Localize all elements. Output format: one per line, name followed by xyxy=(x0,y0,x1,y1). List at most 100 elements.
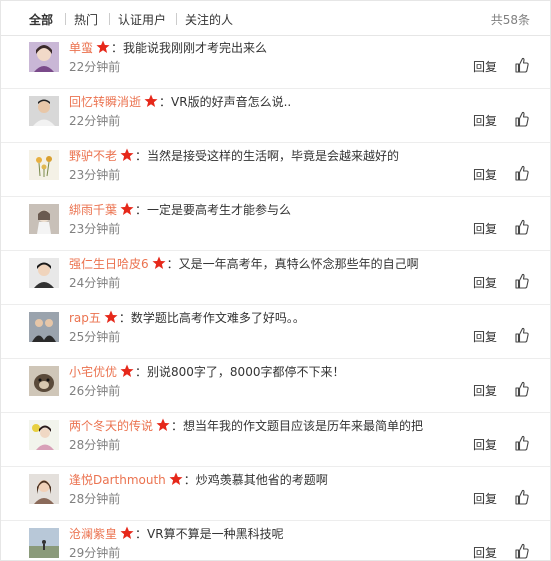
username-link[interactable]: 逢悦Darthmouth xyxy=(69,473,166,487)
comment-item: 两个冬天的传说 ：想当年我的作文题目应该是历年来最简单的把 28分钟前 回复 xyxy=(1,413,550,467)
avatar[interactable] xyxy=(29,150,59,180)
reply-button[interactable]: 回复 xyxy=(473,490,497,508)
member-star-icon[interactable] xyxy=(169,472,183,486)
comment-time: 23分钟前 xyxy=(69,168,121,182)
username-link[interactable]: 两个冬天的传说 xyxy=(69,419,153,433)
avatar[interactable] xyxy=(29,420,59,450)
comment-line: 小宅优优 ：别说800字了，8000字都停不下来！ xyxy=(69,363,530,381)
comment-text: ：数学题比高考作文难多了好吗。。 xyxy=(118,311,305,325)
username-link[interactable]: 沧澜紫皇 xyxy=(69,527,117,541)
comment-text: ：VR版的好声音怎么说.. xyxy=(159,95,292,109)
member-star-icon[interactable] xyxy=(152,256,166,270)
comment-text: ：又是一年高考年，真特么怀念那些年的自己啊 xyxy=(166,257,419,271)
tab-divider xyxy=(109,13,110,25)
comment-item: 单蛮 ：我能说我刚刚才考完出来么 22分钟前 回复 xyxy=(1,35,550,89)
thumbs-up-icon[interactable] xyxy=(515,165,529,181)
username-link[interactable]: 小宅优优 xyxy=(69,365,117,379)
comment-item: 綁雨千葉 ：一定是要高考生才能参与么 23分钟前 回复 xyxy=(1,197,550,251)
comment-text: ：VR算不算是一种黑科技呢 xyxy=(135,527,284,541)
thumbs-up-icon[interactable] xyxy=(515,543,529,559)
comment-list: 单蛮 ：我能说我刚刚才考完出来么 22分钟前 回复 回忆转瞬消逝 ：VR版的好声音怎么说.… xyxy=(1,35,550,560)
thumbs-up-icon[interactable] xyxy=(515,489,529,505)
reply-button[interactable]: 回复 xyxy=(473,58,497,76)
comment-time: 28分钟前 xyxy=(69,438,121,452)
member-star-icon[interactable] xyxy=(120,148,134,162)
comment-line: 单蛮 ：我能说我刚刚才考完出来么 xyxy=(69,39,530,57)
member-star-icon[interactable] xyxy=(120,526,134,540)
comment-item: rap五 ：数学题比高考作文难多了好吗。。 25分钟前 回复 xyxy=(1,305,550,359)
reply-button[interactable]: 回复 xyxy=(473,166,497,184)
avatar[interactable] xyxy=(29,528,59,558)
man-avatar xyxy=(29,96,59,126)
comment-time: 25分钟前 xyxy=(69,330,121,344)
thumbs-up-icon[interactable] xyxy=(515,111,529,127)
avatar[interactable] xyxy=(29,204,59,234)
reply-button[interactable]: 回复 xyxy=(473,274,497,292)
comment-line: 逢悦Darthmouth ：炒鸡羡慕其他省的考题啊 xyxy=(69,471,530,489)
comment-time: 22分钟前 xyxy=(69,60,121,74)
thumbs-up-icon[interactable] xyxy=(515,273,529,289)
avatar[interactable] xyxy=(29,366,59,396)
comment-time: 22分钟前 xyxy=(69,114,121,128)
person-avatar xyxy=(29,258,59,288)
tab-following[interactable]: 关注的人 xyxy=(185,11,233,28)
member-star-icon[interactable] xyxy=(156,418,170,432)
reply-button[interactable]: 回复 xyxy=(473,220,497,238)
comment-item: 野驴不老 ：当然是接受这样的生活啊，毕竟是会越来越好的 23分钟前 回复 xyxy=(1,143,550,197)
comment-panel: 全部 热门 认证用户 关注的人 共58条 单蛮 ：我能说我刚刚才考完出来么 22分钟… xyxy=(0,0,551,561)
reply-button[interactable]: 回复 xyxy=(473,544,497,560)
avatar[interactable] xyxy=(29,96,59,126)
tab-verified-users[interactable]: 认证用户 xyxy=(118,11,166,28)
avatar[interactable] xyxy=(29,474,59,504)
girl-flower-avatar xyxy=(29,420,59,450)
woman-avatar xyxy=(29,474,59,504)
username-link[interactable]: 单蛮 xyxy=(69,41,93,55)
tab-hot[interactable]: 热门 xyxy=(74,11,98,28)
reply-button[interactable]: 回复 xyxy=(473,328,497,346)
member-star-icon[interactable] xyxy=(144,94,158,108)
comment-item: 强仁生日哈皮6 ：又是一年高考年，真特么怀念那些年的自己啊 24分钟前 回复 xyxy=(1,251,550,305)
member-star-icon[interactable] xyxy=(120,364,134,378)
comment-text: ：当然是接受这样的生活啊，毕竟是会越来越好的 xyxy=(135,149,400,163)
comment-line: 两个冬天的传说 ：想当年我的作文题目应该是历年来最简单的把 xyxy=(69,417,530,435)
comment-item: 沧澜紫皇 ：VR算不算是一种黑科技呢 29分钟前 回复 xyxy=(1,521,550,560)
avatar[interactable] xyxy=(29,258,59,288)
girl-avatar xyxy=(29,42,59,72)
comment-text: ：想当年我的作文题目应该是历年来最简单的把 xyxy=(171,419,424,433)
comment-line: 强仁生日哈皮6 ：又是一年高考年，真特么怀念那些年的自己啊 xyxy=(69,255,530,273)
username-link[interactable]: 回忆转瞬消逝 xyxy=(69,95,141,109)
member-star-icon[interactable] xyxy=(96,40,110,54)
comment-time: 23分钟前 xyxy=(69,222,121,236)
reply-button[interactable]: 回复 xyxy=(473,382,497,400)
total-count: 共58条 xyxy=(490,13,530,27)
reply-button[interactable]: 回复 xyxy=(473,436,497,454)
thumbs-up-icon[interactable] xyxy=(515,327,529,343)
member-star-icon[interactable] xyxy=(120,202,134,216)
doll-avatar xyxy=(29,204,59,234)
tab-divider xyxy=(65,13,66,25)
username-link[interactable]: rap五 xyxy=(69,311,101,325)
couple-avatar xyxy=(29,312,59,342)
thumbs-up-icon[interactable] xyxy=(515,57,529,73)
avatar[interactable] xyxy=(29,312,59,342)
comment-item: 逢悦Darthmouth ：炒鸡羡慕其他省的考题啊 28分钟前 回复 xyxy=(1,467,550,521)
thumbs-up-icon[interactable] xyxy=(515,219,529,235)
comment-time: 24分钟前 xyxy=(69,276,121,290)
username-link[interactable]: 綁雨千葉 xyxy=(69,203,117,217)
filter-tabs: 全部 热门 认证用户 关注的人 共58条 xyxy=(1,1,550,36)
comment-line: 野驴不老 ：当然是接受这样的生活啊，毕竟是会越来越好的 xyxy=(69,147,530,165)
comment-line: 回忆转瞬消逝 ：VR版的好声音怎么说.. xyxy=(69,93,530,111)
avatar[interactable] xyxy=(29,42,59,72)
landscape-avatar xyxy=(29,528,59,558)
thumbs-up-icon[interactable] xyxy=(515,435,529,451)
reply-button[interactable]: 回复 xyxy=(473,112,497,130)
username-link[interactable]: 强仁生日哈皮6 xyxy=(69,257,149,271)
dog-avatar xyxy=(29,366,59,396)
thumbs-up-icon[interactable] xyxy=(515,381,529,397)
comment-item: 小宅优优 ：别说800字了，8000字都停不下来！ 26分钟前 回复 xyxy=(1,359,550,413)
username-link[interactable]: 野驴不老 xyxy=(69,149,117,163)
comment-text: ：我能说我刚刚才考完出来么 xyxy=(111,41,268,55)
comment-item: 回忆转瞬消逝 ：VR版的好声音怎么说.. 22分钟前 回复 xyxy=(1,89,550,143)
tab-all[interactable]: 全部 xyxy=(29,11,53,28)
member-star-icon[interactable] xyxy=(104,310,118,324)
